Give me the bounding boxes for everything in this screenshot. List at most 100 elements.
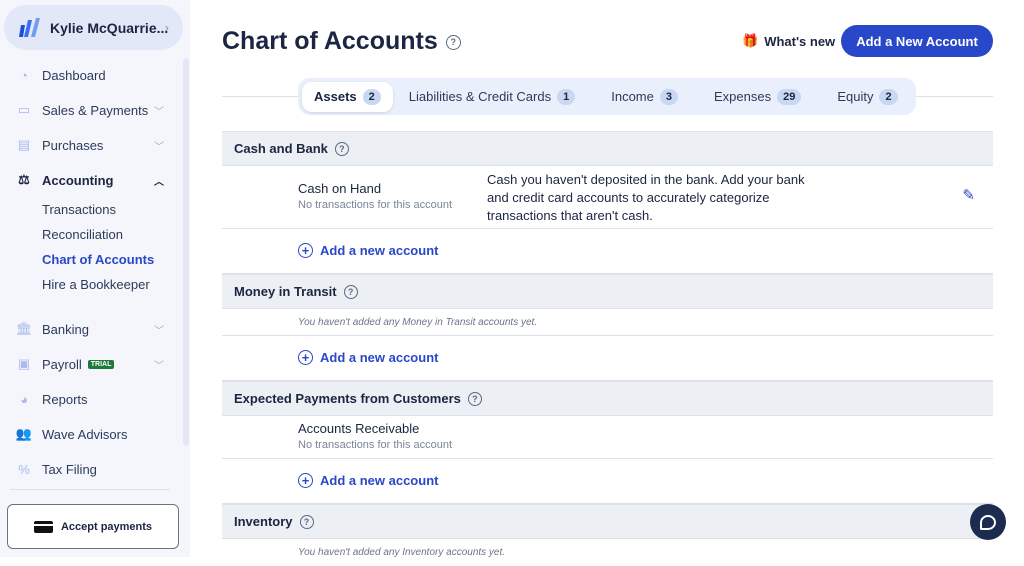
add-account-link[interactable]: + Add a new account: [298, 473, 438, 488]
count-badge: 2: [879, 88, 898, 105]
sidebar-divider: [10, 489, 170, 490]
business-name: Kylie McQuarrie...: [50, 19, 169, 36]
add-account-label: Add a new account: [320, 473, 439, 488]
accept-payments-button[interactable]: Accept payments: [7, 504, 179, 549]
nav-payroll[interactable]: ▣ Payroll TRIAL ﹀: [0, 352, 180, 376]
empty-row: You haven't added any Inventory accounts…: [222, 539, 993, 566]
pie-icon: ◕: [20, 391, 28, 407]
help-icon[interactable]: ?: [343, 284, 358, 299]
section-title: Expected Payments from Customers: [234, 391, 461, 406]
add-row: + Add a new account: [222, 229, 993, 274]
nav-label: Accounting: [42, 172, 114, 188]
nav-label: Sales & Payments: [42, 102, 149, 118]
bank-icon: 🏛: [15, 321, 33, 336]
tab-equity[interactable]: Equity 2: [825, 82, 909, 112]
count-badge: 3: [659, 88, 678, 105]
tab-label: Income: [611, 89, 654, 104]
count-badge: 1: [557, 88, 576, 105]
page-title-text: Chart of Accounts: [222, 27, 438, 55]
section-header: Cash and Bank?: [222, 131, 993, 166]
gift-icon: 🎁: [742, 33, 759, 48]
card-icon: ▭: [17, 102, 31, 117]
account-name-text: Accounts Receivable: [298, 421, 420, 436]
trial-badge: TRIAL: [87, 359, 115, 369]
whats-new-label: What's new: [764, 33, 836, 49]
help-icon[interactable]: ?: [467, 391, 482, 406]
sub-hire-bookkeeper[interactable]: Hire a Bookkeeper: [42, 277, 150, 292]
tab-label: Assets: [314, 89, 357, 104]
nav-banking[interactable]: 🏛 Banking ﹀: [0, 317, 180, 341]
account-row: Cash on Hand No transactions for this acc…: [222, 166, 993, 229]
chat-bubble-icon: [980, 514, 996, 530]
add-account-label: Add a new account: [320, 243, 439, 258]
nav-tax-filing[interactable]: % Tax Filing: [0, 457, 180, 481]
help-icon[interactable]: ?: [445, 34, 461, 50]
add-account-link[interactable]: + Add a new account: [298, 350, 438, 365]
sub-reconciliation[interactable]: Reconciliation: [42, 227, 123, 242]
nav-accounting[interactable]: ⚖ Accounting ︿: [0, 168, 180, 192]
sub-chart-of-accounts[interactable]: Chart of Accounts: [42, 252, 154, 267]
add-row: + Add a new account: [222, 336, 993, 381]
tab-income[interactable]: Income 3: [599, 82, 690, 112]
percent-icon: %: [18, 461, 30, 477]
section-header: Inventory?: [222, 504, 993, 539]
add-account-label: Add a new account: [320, 350, 439, 365]
nav-label: Dashboard: [42, 67, 106, 83]
section-header: Expected Payments from Customers?: [222, 381, 993, 416]
account-description: Cash you haven't deposited in the bank. …: [487, 172, 805, 223]
help-icon[interactable]: ?: [299, 514, 314, 529]
plus-circle-icon: +: [298, 350, 313, 365]
chevron-up-icon: ︿: [154, 176, 164, 188]
nav-label: Reports: [42, 391, 88, 407]
nav-wave-advisors[interactable]: 👥 Wave Advisors: [0, 422, 180, 446]
add-row: + Add a new account: [222, 459, 993, 504]
account-name[interactable]: Accounts Receivable No transactions for t…: [298, 421, 452, 451]
add-new-account-button[interactable]: Add a New Account: [841, 25, 993, 57]
nav-label: Banking: [42, 321, 89, 337]
tab-label: Equity: [837, 89, 874, 104]
tab-expenses[interactable]: Expenses 29: [702, 82, 813, 112]
badge-icon: ▣: [17, 356, 31, 371]
nav-label: Tax Filing: [42, 461, 97, 477]
business-switcher[interactable]: Kylie McQuarrie... ›: [4, 5, 183, 50]
chevron-down-icon: ﹀: [154, 141, 164, 153]
section-title: Cash and Bank: [234, 141, 328, 156]
section-header: Money in Transit?: [222, 274, 993, 309]
sidebar-scrollbar[interactable]: [183, 58, 189, 446]
chevron-right-icon: ›: [164, 20, 169, 35]
empty-row: You haven't added any Money in Transit a…: [222, 309, 993, 336]
nav-dashboard[interactable]: ◔ Dashboard: [0, 63, 180, 87]
tab-liabilities[interactable]: Liabilities & Credit Cards 1: [397, 82, 587, 112]
sub-transactions[interactable]: Transactions: [42, 202, 116, 217]
tab-label: Expenses: [714, 89, 772, 104]
page-title: Chart of Accounts?: [222, 27, 461, 56]
chat-button[interactable]: [970, 504, 1006, 540]
plus-circle-icon: +: [298, 243, 313, 258]
help-icon[interactable]: ?: [334, 141, 349, 156]
chevron-down-icon: ﹀: [154, 325, 164, 337]
nav-label: Purchases: [42, 137, 104, 153]
chevron-down-icon: ﹀: [154, 106, 164, 118]
whats-new-link[interactable]: 🎁 What's new: [742, 33, 835, 49]
tab-assets[interactable]: Assets 2: [302, 81, 393, 112]
add-account-link[interactable]: + Add a new account: [298, 243, 438, 258]
accept-payments-label: Accept payments: [60, 520, 153, 533]
dashboard-icon: ◔: [20, 67, 28, 83]
nav-label: Wave Advisors: [42, 426, 128, 442]
section-title: Money in Transit: [234, 284, 337, 299]
account-status: No transactions for this account: [298, 439, 453, 451]
account-name[interactable]: Cash on Hand No transactions for this acc…: [298, 181, 452, 211]
account-name-text: Cash on Hand: [298, 181, 382, 196]
sidebar: Kylie McQuarrie... › ◔ Dashboard ▭ Sales &…: [0, 0, 190, 557]
people-icon: 👥: [15, 426, 33, 441]
nav-sales-payments[interactable]: ▭ Sales & Payments ﹀: [0, 98, 180, 122]
count-badge: 29: [777, 88, 802, 105]
tab-label: Liabilities & Credit Cards: [408, 89, 552, 104]
plus-circle-icon: +: [298, 473, 313, 488]
nav-label: Payroll: [42, 356, 82, 372]
nav-reports[interactable]: ◕ Reports: [0, 387, 180, 411]
edit-pencil-icon[interactable]: ✎: [962, 186, 975, 204]
nav-purchases[interactable]: ▤ Purchases ﹀: [0, 133, 180, 157]
chevron-down-icon: ﹀: [154, 360, 164, 372]
empty-message: You haven't added any Money in Transit a…: [298, 317, 538, 328]
